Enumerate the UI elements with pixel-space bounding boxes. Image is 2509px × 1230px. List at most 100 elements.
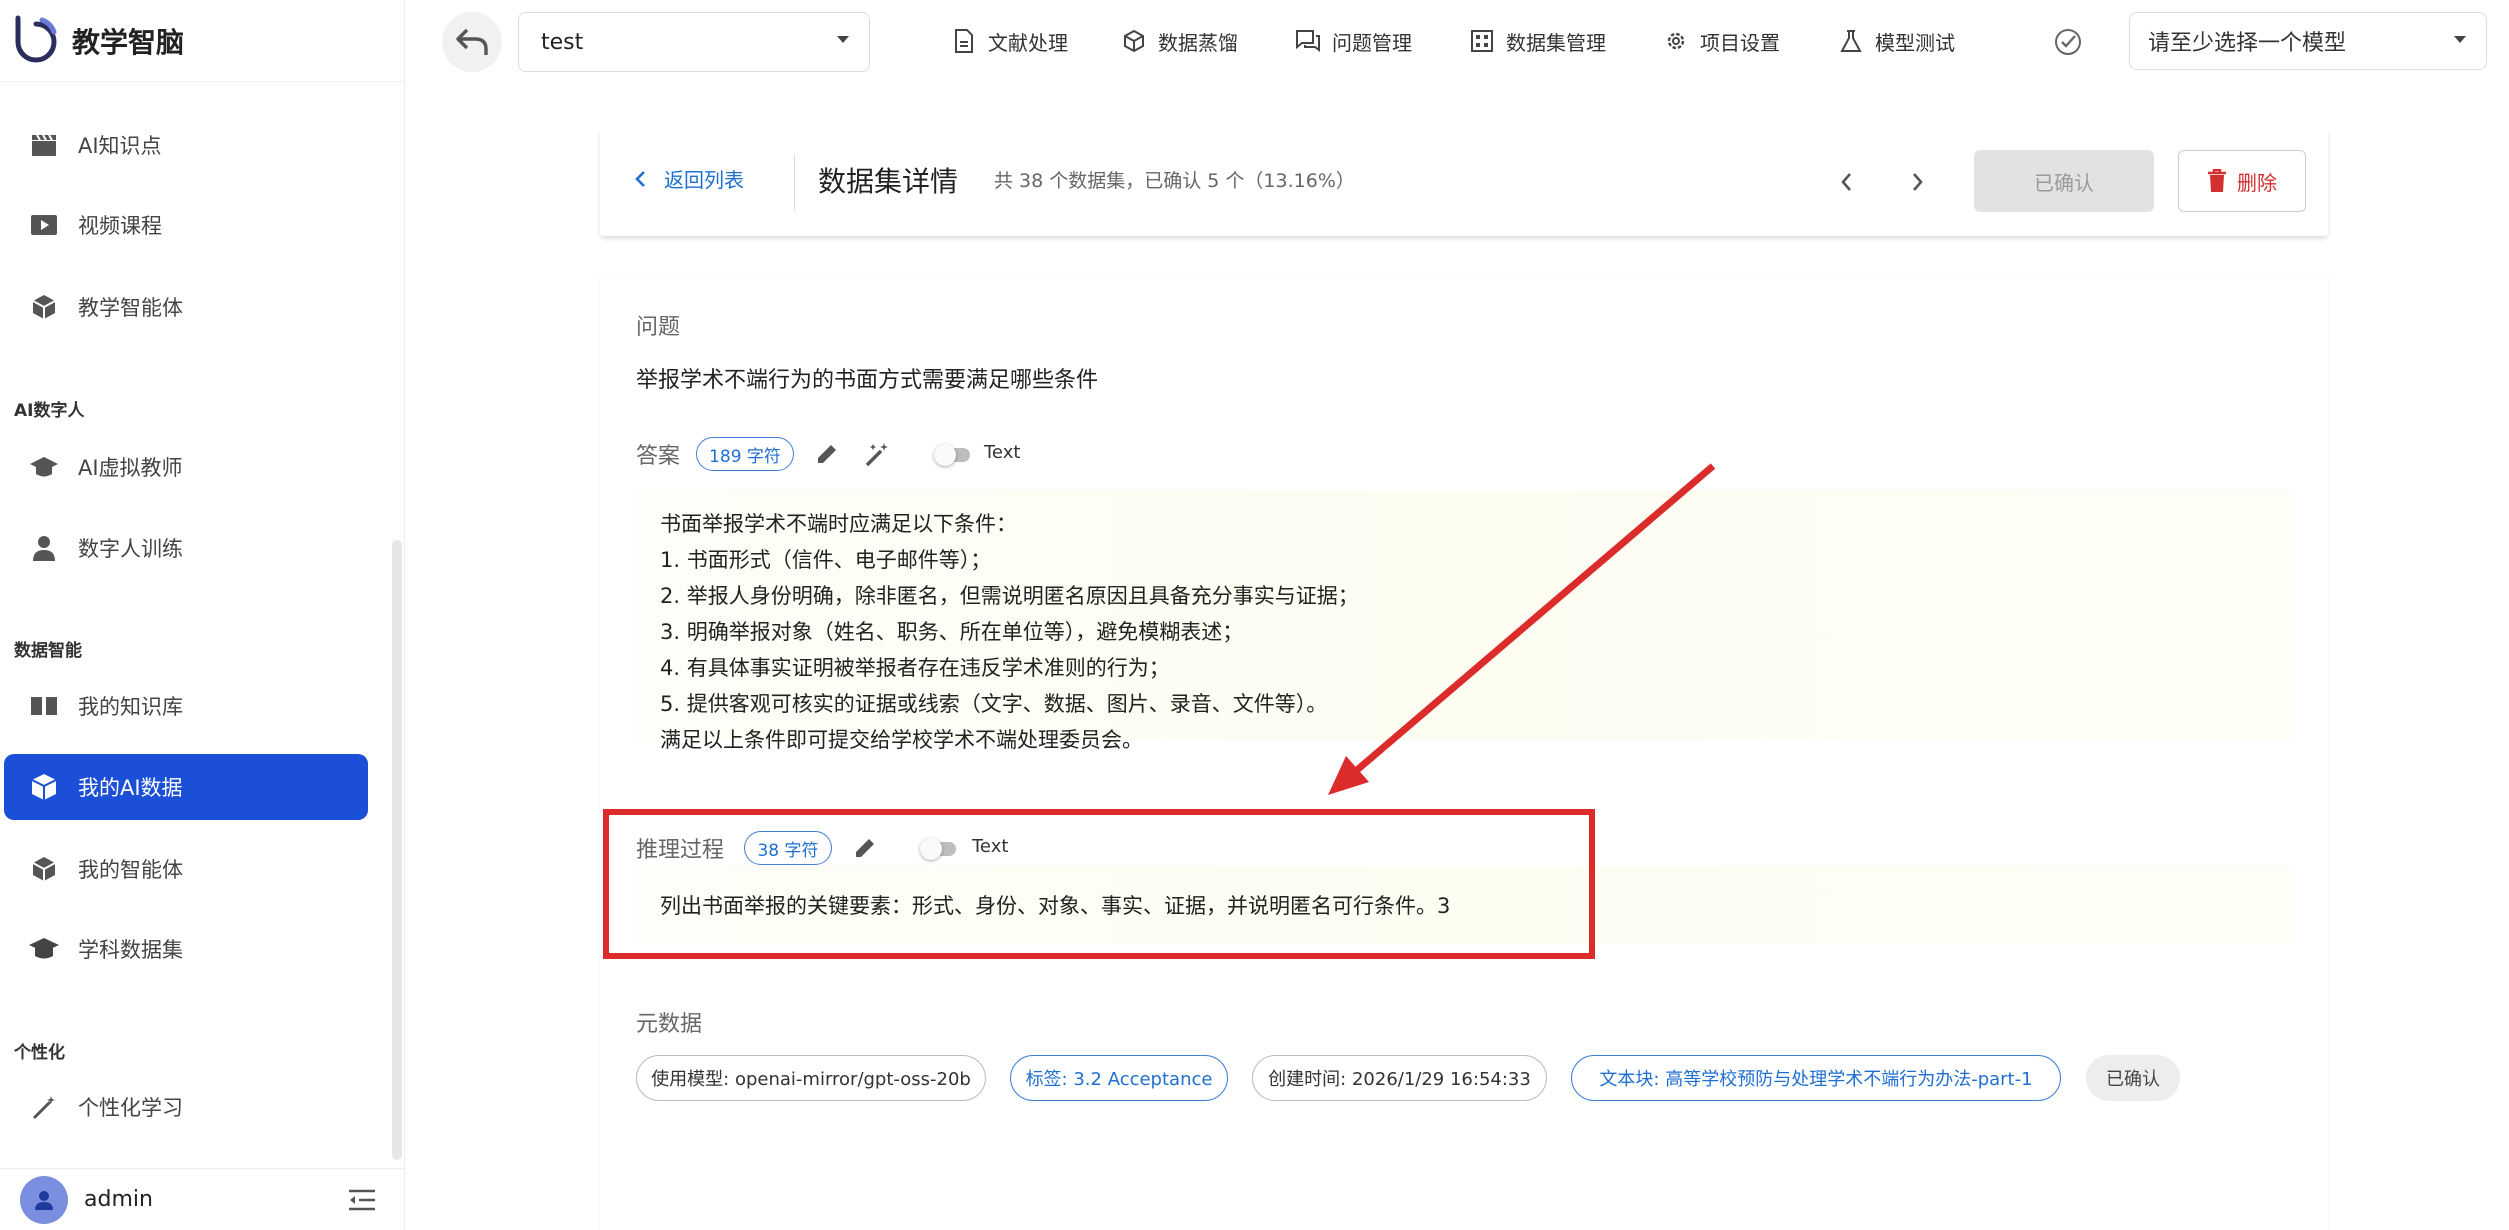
reasoning-toggle-label: Text <box>972 836 1009 857</box>
reasoning-char-count: 38 字符 <box>744 831 832 865</box>
graduation-cap-icon <box>26 449 62 485</box>
dataset-header: 返回列表 数据集详情 共 38 个数据集，已确认 5 个（13.16%） 已确认… <box>600 128 2328 236</box>
grid-icon <box>1468 27 1496 55</box>
menu-label: 问题管理 <box>1332 30 1412 55</box>
sidebar-item-label: AI虚拟教师 <box>78 456 183 480</box>
sidebar-item-personalized-learning[interactable]: 个性化学习 <box>4 1074 368 1140</box>
cube-outline-icon <box>1120 27 1148 55</box>
menu-data-distillation[interactable]: 数据蒸馏 <box>1120 22 1238 60</box>
menu-dataset-management[interactable]: 数据集管理 <box>1468 22 1606 60</box>
video-play-icon <box>26 207 62 243</box>
question-label: 问题 <box>636 315 681 340</box>
brand-title: 教学智脑 <box>72 25 185 59</box>
magic-wand-icon <box>26 1089 62 1125</box>
chat-icon <box>1294 27 1322 55</box>
sidebar-item-my-knowledge-base[interactable]: 我的知识库 <box>4 673 368 739</box>
document-icon <box>950 27 978 55</box>
user-name: admin <box>84 1187 153 1212</box>
chevron-right-icon <box>1913 173 1923 191</box>
model-select[interactable]: 请至少选择一个模型 <box>2129 12 2487 70</box>
chevron-down-icon <box>2454 36 2466 43</box>
menu-question-management[interactable]: 问题管理 <box>1294 22 1412 60</box>
back-button[interactable] <box>442 12 502 72</box>
sidebar-item-my-agents[interactable]: 我的智能体 <box>4 836 368 902</box>
top-bar: test 文献处理 数据蒸馏 问题管理 数据集管理 项目设置 模型测试 请至少选… <box>405 0 2509 82</box>
sidebar-item-video-courses[interactable]: 视频课程 <box>4 192 368 258</box>
avatar[interactable] <box>20 1175 68 1224</box>
cube-icon <box>26 289 62 325</box>
answer-text-toggle[interactable] <box>934 444 974 466</box>
sidebar-item-digital-human-training[interactable]: 数字人训练 <box>4 515 368 581</box>
menu-label: 数据集管理 <box>1506 30 1606 55</box>
ai-optimize-button[interactable] <box>860 437 894 471</box>
menu-project-settings[interactable]: 项目设置 <box>1662 22 1780 60</box>
section-ai-digital-human: AI数字人 <box>14 401 85 421</box>
person-icon <box>26 530 62 566</box>
edit-reasoning-button[interactable] <box>848 831 882 865</box>
sidebar-item-label: 数字人训练 <box>78 537 183 561</box>
chevron-down-icon <box>837 36 849 43</box>
sidebar-item-ai-virtual-teacher[interactable]: AI虚拟教师 <box>4 434 368 500</box>
flask-icon <box>1837 27 1865 55</box>
metadata-label: 元数据 <box>636 1012 703 1037</box>
answer-toggle-label: Text <box>984 442 1021 463</box>
previous-item-button[interactable] <box>1830 166 1862 198</box>
answer-char-count: 189 字符 <box>696 437 794 471</box>
project-select-value: test <box>541 29 584 55</box>
next-item-button[interactable] <box>1902 166 1934 198</box>
sidebar-item-label: 我的知识库 <box>78 695 183 719</box>
project-select[interactable]: test <box>518 12 870 72</box>
dataset-detail: 问题 举报学术不端行为的书面方式需要满足哪些条件 答案 189 字符 Text … <box>600 276 2328 1230</box>
chevron-left-icon <box>1841 173 1851 191</box>
answer-content: 书面举报学术不端时应满足以下条件： 1. 书面形式（信件、电子邮件等）； 2. … <box>636 490 2292 752</box>
brand[interactable]: 教学智脑 <box>0 0 405 82</box>
sidebar-item-teaching-agent[interactable]: 教学智能体 <box>4 274 368 340</box>
brand-logo-icon <box>15 15 57 62</box>
chevron-left-icon <box>635 170 645 187</box>
check-circle-icon[interactable] <box>2052 26 2084 58</box>
header-divider <box>794 154 795 210</box>
reasoning-label: 推理过程 <box>636 838 725 863</box>
pencil-icon <box>856 839 874 857</box>
sidebar-item-label: 我的智能体 <box>78 858 183 882</box>
answer-label: 答案 <box>636 444 681 469</box>
answer-line: 4. 有具体事实证明被举报者存在违反学术准则的行为； <box>660 656 1170 680</box>
sidebar-item-my-ai-data[interactable]: 我的AI数据 <box>4 754 368 820</box>
back-to-list-label: 返回列表 <box>664 168 744 192</box>
sidebar-item-label: AI知识点 <box>78 134 162 158</box>
cube-icon <box>26 851 62 887</box>
answer-line: 2. 举报人身份明确，除非匿名，但需说明匿名原因且具备充分事实与证据； <box>660 584 1359 608</box>
sidebar-item-subject-datasets[interactable]: 学科数据集 <box>4 916 368 982</box>
meta-model-chip: 使用模型: openai-mirror/gpt-oss-20b <box>636 1055 986 1101</box>
meta-status-chip: 已确认 <box>2086 1055 2180 1101</box>
user-bar[interactable]: admin <box>0 1168 405 1230</box>
sidebar-item-ai-knowledge[interactable]: AI知识点 <box>4 112 368 178</box>
meta-tag-chip[interactable]: 标签: 3.2 Acceptance <box>1010 1055 1228 1101</box>
menu-collapse-icon <box>349 1189 375 1211</box>
answer-line: 5. 提供客观可核实的证据或线索（文字、数据、图片、录音、文件等）。 <box>660 692 1328 716</box>
confirm-button[interactable]: 已确认 <box>1974 150 2154 212</box>
sidebar: 教学智脑 AI知识点 视频课程 教学智能体 AI数字人 AI虚拟教师 数字人训练… <box>0 0 405 1230</box>
sidebar-item-label: 我的AI数据 <box>78 776 183 800</box>
page-title: 数据集详情 <box>818 165 959 198</box>
collapse-sidebar-button[interactable] <box>345 1183 379 1217</box>
menu-model-testing[interactable]: 模型测试 <box>1837 22 1955 60</box>
edit-answer-button[interactable] <box>810 437 844 471</box>
back-to-list-link[interactable]: 返回列表 <box>634 164 744 193</box>
delete-label: 删除 <box>2237 170 2277 195</box>
section-data-intelligence: 数据智能 <box>14 641 82 661</box>
answer-line: 1. 书面形式（信件、电子邮件等）； <box>660 548 992 572</box>
undo-arrow-icon <box>456 28 488 55</box>
sidebar-item-label: 学科数据集 <box>78 938 183 962</box>
pencil-icon <box>818 445 836 463</box>
model-select-placeholder: 请至少选择一个模型 <box>2148 31 2347 56</box>
trash-icon <box>2207 169 2227 193</box>
menu-literature-processing[interactable]: 文献处理 <box>950 22 1068 60</box>
gear-icon <box>1662 27 1690 55</box>
delete-button[interactable]: 删除 <box>2178 150 2306 212</box>
toggle-knob <box>920 838 942 860</box>
sidebar-scrollbar[interactable] <box>392 540 402 1160</box>
cubes-icon <box>26 769 62 805</box>
meta-chunk-chip[interactable]: 文本块: 高等学校预防与处理学术不端行为办法-part-1 <box>1571 1055 2061 1101</box>
reasoning-text-toggle[interactable] <box>920 838 960 860</box>
